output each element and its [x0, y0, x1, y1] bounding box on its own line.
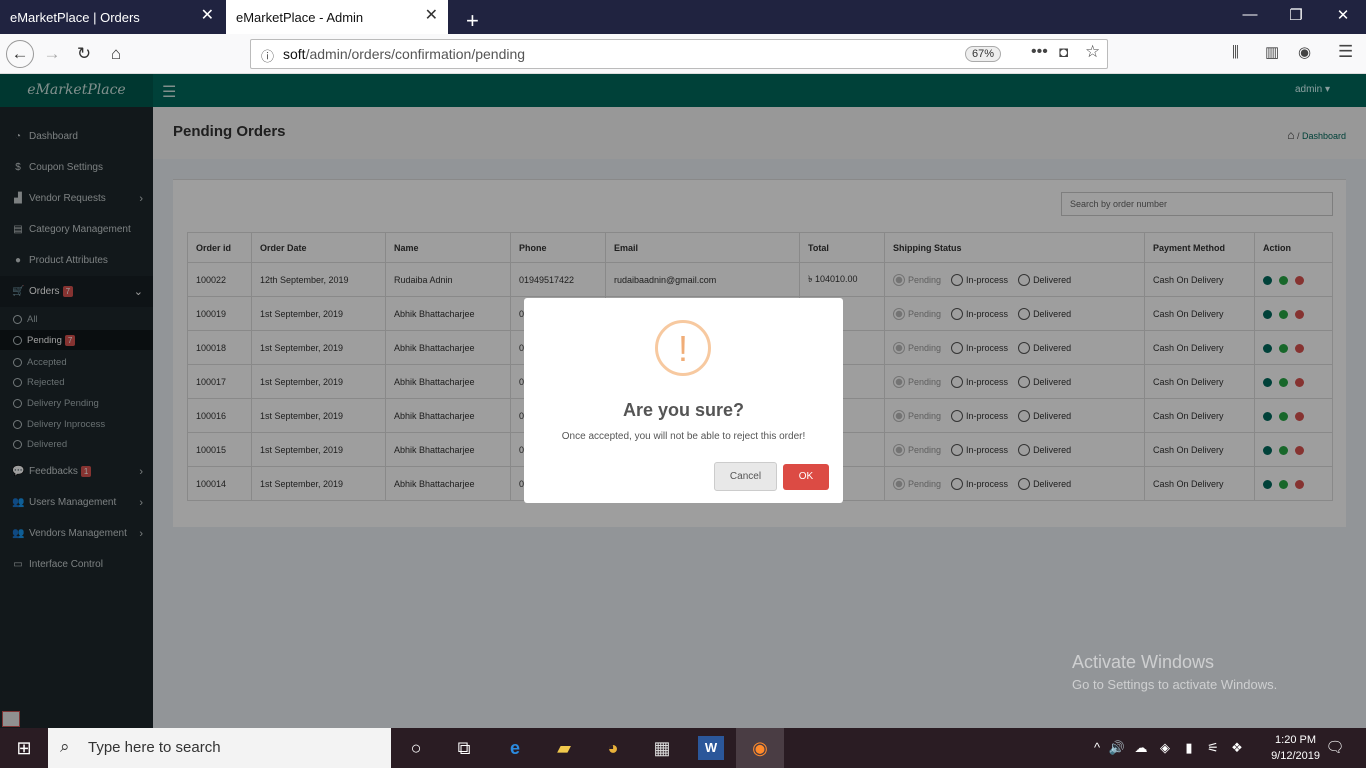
- watermark-line2: Go to Settings to activate Windows.: [1072, 677, 1278, 692]
- browser-tab-orders[interactable]: eMarketPlace | Orders ✕: [0, 0, 224, 34]
- onedrive-icon[interactable]: ☁: [1128, 736, 1154, 760]
- browser-tab-admin[interactable]: eMarketPlace - Admin ✕: [226, 0, 448, 34]
- new-tab-icon[interactable]: +: [456, 4, 479, 38]
- confirm-dialog: ! Are you sure? Once accepted, you will …: [524, 298, 843, 503]
- tab-title: eMarketPlace | Orders: [10, 9, 140, 25]
- home-icon[interactable]: ⌂: [102, 40, 130, 68]
- edge-browser-icon[interactable]: e: [502, 736, 528, 760]
- library-icon[interactable]: ⫼: [1232, 44, 1239, 61]
- notifications-icon[interactable]: 🗨: [1322, 736, 1348, 760]
- dropbox-icon[interactable]: ❖: [1224, 736, 1250, 760]
- window-close-icon[interactable]: ✕: [1333, 6, 1353, 24]
- dialog-message: Once accepted, you will not be able to r…: [561, 431, 806, 442]
- chrome-icon[interactable]: ◕: [600, 736, 626, 760]
- zoom-level[interactable]: 67%: [965, 46, 1002, 62]
- minimize-icon[interactable]: —: [1240, 6, 1260, 23]
- dialog-title: Are you sure?: [622, 400, 745, 420]
- ok-button[interactable]: OK: [783, 464, 829, 490]
- network-icon[interactable]: ⚟: [1200, 736, 1226, 760]
- cancel-button[interactable]: Cancel: [714, 462, 777, 491]
- sidebar-toggle-icon[interactable]: ▥: [1265, 43, 1279, 61]
- account-icon[interactable]: ◉: [1298, 43, 1311, 61]
- browser-tab-bar: eMarketPlace | Orders ✕ eMarketPlace - A…: [0, 0, 1366, 34]
- forward-arrow-icon[interactable]: →: [38, 40, 66, 68]
- back-arrow-icon[interactable]: ←: [6, 40, 34, 68]
- cortana-icon[interactable]: ○: [403, 736, 429, 760]
- more-icon[interactable]: •••: [1031, 43, 1048, 61]
- file-explorer-icon[interactable]: ▰: [551, 736, 577, 760]
- taskbar-clock[interactable]: 1:20 PM 9/12/2019: [1271, 732, 1320, 764]
- activate-windows-watermark: Activate Windows Go to Settings to activ…: [1072, 652, 1277, 692]
- word-icon[interactable]: W: [698, 736, 724, 760]
- reload-icon[interactable]: ↻: [70, 40, 98, 68]
- taskbar-search-input[interactable]: ⌕ Type here to search: [48, 728, 391, 768]
- clock-time: 1:20 PM: [1275, 734, 1317, 746]
- battery-icon[interactable]: ▮: [1176, 736, 1202, 760]
- restore-icon[interactable]: ❐: [1286, 6, 1306, 24]
- wifi-icon[interactable]: ◈: [1152, 736, 1178, 760]
- url-text: soft/admin/orders/confirmation/pending: [283, 46, 526, 62]
- browser-menu-icon[interactable]: ☰: [1338, 42, 1353, 62]
- taskbar-search-placeholder: Type here to search: [88, 739, 221, 756]
- bookmark-star-icon[interactable]: ☆: [1085, 42, 1100, 62]
- search-icon: ⌕: [60, 737, 70, 756]
- info-icon[interactable]: ⓘ: [261, 46, 274, 65]
- clock-date: 9/12/2019: [1271, 750, 1320, 762]
- warning-icon: !: [655, 320, 711, 376]
- tab-close-icon[interactable]: ✕: [201, 8, 214, 24]
- tab-title: eMarketPlace - Admin: [236, 9, 364, 25]
- watermark-line1: Activate Windows: [1072, 652, 1215, 672]
- tab-close-icon[interactable]: ✕: [425, 8, 438, 24]
- url-bar[interactable]: ⓘ soft/admin/orders/confirmation/pending…: [250, 39, 1108, 69]
- windows-taskbar: ⊞ ⌕ Type here to search ○ ⧉ e ▰ ◕ ▦ W ◉ …: [0, 728, 1366, 768]
- volume-icon[interactable]: 🔊: [1104, 736, 1130, 760]
- store-icon[interactable]: ▦: [649, 736, 675, 760]
- windows-start-icon[interactable]: ⊞: [0, 728, 48, 768]
- pocket-icon[interactable]: ◘: [1059, 44, 1068, 61]
- task-view-icon[interactable]: ⧉: [451, 736, 477, 760]
- browser-nav-bar: ← → ↻ ⌂ ⓘ soft/admin/orders/confirmation…: [0, 34, 1366, 74]
- firefox-icon[interactable]: ◉: [736, 728, 784, 768]
